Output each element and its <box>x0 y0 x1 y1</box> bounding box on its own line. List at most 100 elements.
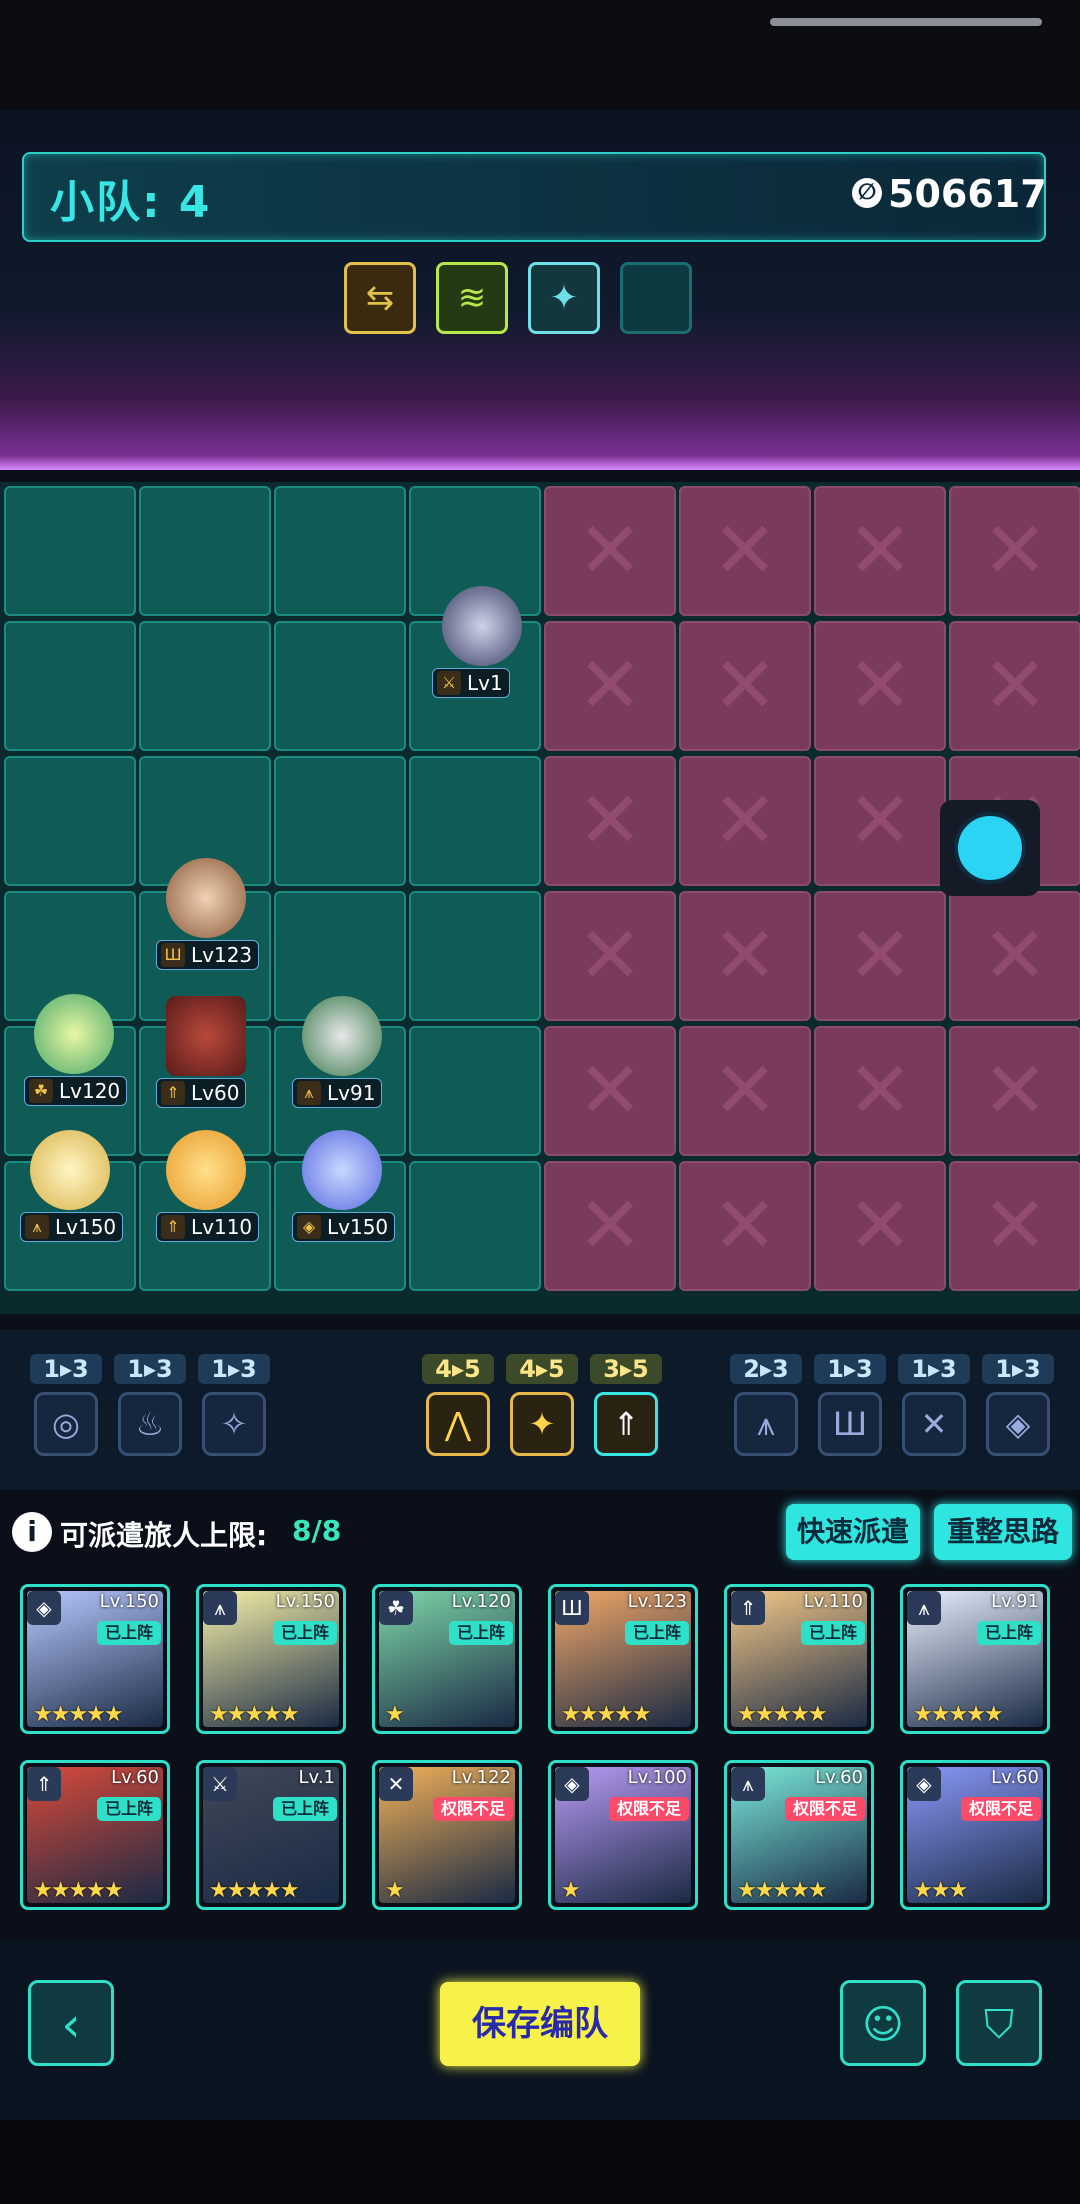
locked-cell <box>949 1161 1080 1291</box>
class-icon: ⇑ <box>161 1215 185 1239</box>
roster-card[interactable]: ◈ Lv.60 权限不足 ★★★ <box>900 1760 1050 1910</box>
card-level: Lv.122 <box>451 1767 511 1788</box>
brain-icon: ☺ <box>862 2002 904 2048</box>
buff-slot-empty[interactable] <box>620 262 692 334</box>
buff-icon-2: ≋ <box>457 278 487 318</box>
star-rating: ★★★★★ <box>209 1702 300 1727</box>
roster-card[interactable]: ✕ Lv.122 权限不足 ★ <box>372 1760 522 1910</box>
unit-level: Lv91 <box>327 1081 376 1105</box>
synergy-4[interactable]: 4▸5 ⋀ <box>422 1354 494 1456</box>
roster-card[interactable]: ◈ Lv.100 权限不足 ★ <box>548 1760 698 1910</box>
class-icon: ⩚ <box>297 1081 321 1105</box>
status-badge: 已上阵 <box>272 1621 337 1645</box>
friendly-cell[interactable] <box>4 486 136 616</box>
unit-lv150-b[interactable]: ◈ Lv150 <box>282 1124 402 1244</box>
star-rating: ★★★ <box>913 1878 968 1903</box>
buff-icon-3: ✦ <box>549 278 579 318</box>
quick-dispatch-button[interactable]: 快速派遣 <box>786 1504 920 1560</box>
locked-cell <box>679 756 811 886</box>
star-rating: ★ <box>385 1878 405 1903</box>
save-formation-button[interactable]: 保存编队 <box>440 1982 640 2066</box>
bottom-edge <box>0 2120 1080 2204</box>
roster-card[interactable]: ⇑ Lv.110 已上阵 ★★★★★ <box>724 1584 874 1734</box>
back-button[interactable]: ‹ <box>28 1980 114 2066</box>
roster-card[interactable]: ⚔ Lv.1 已上阵 ★★★★★ <box>196 1760 346 1910</box>
synergy-2[interactable]: 1▸3 ♨ <box>114 1354 186 1456</box>
roster-card[interactable]: ☘ Lv.120 已上阵 ★ <box>372 1584 522 1734</box>
buff-slot-1[interactable]: ⇆ <box>344 262 416 334</box>
synergy-1[interactable]: 1▸3 ◎ <box>30 1354 102 1456</box>
currency-value: 506617 <box>888 172 1047 216</box>
unit-lv91[interactable]: ⩚ Lv91 <box>282 990 402 1110</box>
locked-cell <box>679 1161 811 1291</box>
synergy-9[interactable]: 1▸3 ✕ <box>898 1354 970 1456</box>
friendly-cell[interactable] <box>274 621 406 751</box>
unit-lv1[interactable]: ⚔ Lv1 <box>422 580 542 700</box>
locked-cell <box>814 621 946 751</box>
friendly-cell[interactable] <box>139 486 271 616</box>
class-icon: ☘ <box>29 1079 53 1103</box>
synergy-10[interactable]: 1▸3 ◈ <box>982 1354 1054 1456</box>
unit-portrait <box>166 1130 246 1210</box>
buff-icon-1: ⇆ <box>365 278 395 318</box>
synergy-5[interactable]: 4▸5 ✦ <box>506 1354 578 1456</box>
enemy-indicator[interactable] <box>940 800 1040 896</box>
class-icon: ⇑ <box>161 1081 185 1105</box>
unit-level: Lv1 <box>467 671 503 695</box>
roster-card[interactable]: ◈ Lv.150 已上阵 ★★★★★ <box>20 1584 170 1734</box>
friendly-cell[interactable] <box>139 621 271 751</box>
star-rating: ★★★★★ <box>33 1702 124 1727</box>
class-icon: Ш <box>161 943 185 967</box>
unit-lv120[interactable]: ☘ Lv120 <box>14 988 134 1108</box>
card-level: Lv.120 <box>451 1591 511 1612</box>
synergy-count: 4▸5 <box>506 1354 578 1384</box>
status-badge: 权限不足 <box>784 1797 865 1821</box>
roster-card[interactable]: ⩚ Lv.91 已上阵 ★★★★★ <box>900 1584 1050 1734</box>
roster-card[interactable]: ⇑ Lv.60 已上阵 ★★★★★ <box>20 1760 170 1910</box>
locked-cell <box>814 756 946 886</box>
info-icon[interactable]: i <box>12 1512 52 1552</box>
star-rating: ★★★★★ <box>33 1878 124 1903</box>
unit-portrait <box>442 586 522 666</box>
synergy-8[interactable]: 1▸3 Ш <box>814 1354 886 1456</box>
friendly-cell[interactable] <box>409 1161 541 1291</box>
synergy-6[interactable]: 3▸5 ⇑ <box>590 1354 662 1456</box>
unit-lv150-a[interactable]: ⩚ Lv150 <box>10 1124 130 1244</box>
friendly-cell[interactable] <box>409 1026 541 1156</box>
roster-card[interactable]: ⩚ Lv.150 已上阵 ★★★★★ <box>196 1584 346 1734</box>
roster-card[interactable]: ⩚ Lv.60 权限不足 ★★★★★ <box>724 1760 874 1910</box>
rearrange-button[interactable]: 重整思路 <box>934 1504 1072 1560</box>
buff-slot-2[interactable]: ≋ <box>436 262 508 334</box>
unit-lv110[interactable]: ⇑ Lv110 <box>146 1124 266 1244</box>
friendly-cell[interactable] <box>4 756 136 886</box>
buff-slot-3[interactable]: ✦ <box>528 262 600 334</box>
class-icon: Ш <box>555 1591 589 1625</box>
synergy-count: 3▸5 <box>590 1354 662 1384</box>
friendly-cell[interactable] <box>274 486 406 616</box>
locked-cell <box>544 891 676 1021</box>
locked-cell <box>949 1026 1080 1156</box>
unit-level-badge: ⩚ Lv91 <box>292 1078 383 1108</box>
synergy-count: 4▸5 <box>422 1354 494 1384</box>
class-icon: ◈ <box>297 1215 321 1239</box>
status-badge: 已上阵 <box>800 1621 865 1645</box>
class-icon: ⩚ <box>203 1591 237 1625</box>
locked-cell <box>679 891 811 1021</box>
friendly-cell[interactable] <box>409 756 541 886</box>
synergy-3[interactable]: 1▸3 ✧ <box>198 1354 270 1456</box>
status-badge: 已上阵 <box>976 1621 1041 1645</box>
unit-portrait <box>34 994 114 1074</box>
roster-card[interactable]: Ш Lv.123 已上阵 ★★★★★ <box>548 1584 698 1734</box>
synergy-count: 1▸3 <box>982 1354 1054 1384</box>
synergy-7[interactable]: 2▸3 ⩚ <box>730 1354 802 1456</box>
unit-lv60[interactable]: ⇑ Lv60 <box>146 990 266 1110</box>
brain-button[interactable]: ☺ <box>840 1980 926 2066</box>
filter-button[interactable]: ⛉ <box>956 1980 1042 2066</box>
friendly-cell[interactable] <box>274 756 406 886</box>
filter-icon: ⛉ <box>984 2002 1014 2048</box>
unit-lv123[interactable]: Ш Lv123 <box>146 852 266 972</box>
swirl-icon: ◎ <box>34 1392 98 1456</box>
friendly-cell[interactable] <box>4 621 136 751</box>
friendly-cell[interactable] <box>409 891 541 1021</box>
unit-level-badge: ◈ Lv150 <box>292 1212 396 1242</box>
